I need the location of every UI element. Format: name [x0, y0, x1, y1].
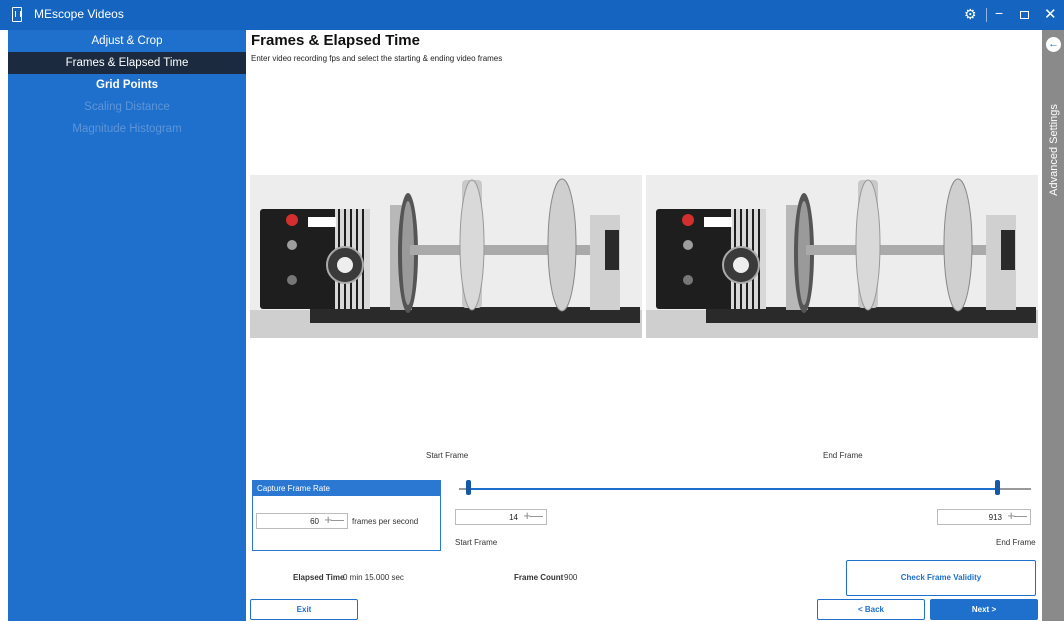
- sidebar-item-adjust-crop[interactable]: Adjust & Crop: [8, 30, 246, 52]
- window-title: MEscope Videos: [34, 7, 124, 21]
- minimize-icon[interactable]: −: [995, 5, 1003, 21]
- sidebar-nav: Adjust & Crop Frames & Elapsed Time Grid…: [8, 30, 246, 621]
- sidebar-item-magnitude-histogram: Magnitude Histogram: [72, 123, 182, 135]
- capture-frame-rate-panel: Capture Frame Rate 60 + — frames per sec…: [252, 480, 441, 551]
- check-frame-validity-button[interactable]: Check Frame Validity: [846, 560, 1036, 596]
- start-frame-thumb[interactable]: [465, 480, 471, 495]
- main-panel: Frames & Elapsed Time Enter video record…: [246, 30, 1042, 621]
- arrow-left-icon[interactable]: ←: [1046, 37, 1061, 52]
- sidebar-item-frames-elapsed-time[interactable]: Frames & Elapsed Time: [8, 52, 246, 74]
- fps-decrement-icon[interactable]: —: [331, 512, 344, 527]
- start-frame-input[interactable]: 14 + —: [455, 508, 547, 525]
- maximize-icon[interactable]: [1020, 11, 1029, 19]
- next-button[interactable]: Next >: [930, 599, 1038, 620]
- end-frame-label: End Frame: [996, 538, 1036, 547]
- start-frame-image: [250, 175, 642, 338]
- close-icon[interactable]: ✕: [1044, 5, 1057, 23]
- frame-range-fill: [467, 488, 997, 490]
- frame-count-value: 900: [564, 573, 578, 582]
- end-frame-thumb[interactable]: [994, 480, 1000, 495]
- elapsed-time-label: Elapsed Time: [293, 573, 345, 582]
- titlebar-divider: [986, 8, 987, 22]
- advanced-settings-label[interactable]: Advanced Settings: [1048, 104, 1060, 196]
- start-frame-decrement-icon[interactable]: —: [530, 508, 543, 523]
- fps-units-label: frames per second: [352, 517, 419, 526]
- end-frame-input[interactable]: 913 + —: [937, 508, 1031, 525]
- exit-button[interactable]: Exit: [250, 599, 358, 620]
- start-frame-caption: Start Frame: [426, 451, 469, 460]
- title-bar: MEscope Videos ⚙ − ✕: [0, 0, 1064, 30]
- fps-input[interactable]: 60 + —: [256, 512, 348, 529]
- back-button[interactable]: < Back: [817, 599, 925, 620]
- frame-count-label: Frame Count: [514, 573, 564, 582]
- end-frame-caption: End Frame: [823, 451, 863, 460]
- sidebar-item-scaling-distance: Scaling Distance: [84, 101, 170, 113]
- start-frame-label: Start Frame: [455, 538, 498, 547]
- fps-value[interactable]: 60: [310, 517, 319, 526]
- end-frame-decrement-icon[interactable]: —: [1014, 508, 1027, 523]
- page-title: Frames & Elapsed Time: [251, 32, 420, 49]
- start-frame-value[interactable]: 14: [509, 513, 518, 522]
- end-frame-image: [646, 175, 1038, 338]
- elapsed-time-value: 0 min 15.000 sec: [343, 573, 404, 582]
- page-subtitle: Enter video recording fps and select the…: [251, 54, 503, 63]
- end-frame-value[interactable]: 913: [989, 513, 1002, 522]
- gear-icon[interactable]: ⚙: [964, 6, 977, 23]
- app-icon: [12, 7, 22, 22]
- sidebar-item-grid-points[interactable]: Grid Points: [8, 74, 246, 96]
- capture-frame-rate-header: Capture Frame Rate: [253, 481, 440, 496]
